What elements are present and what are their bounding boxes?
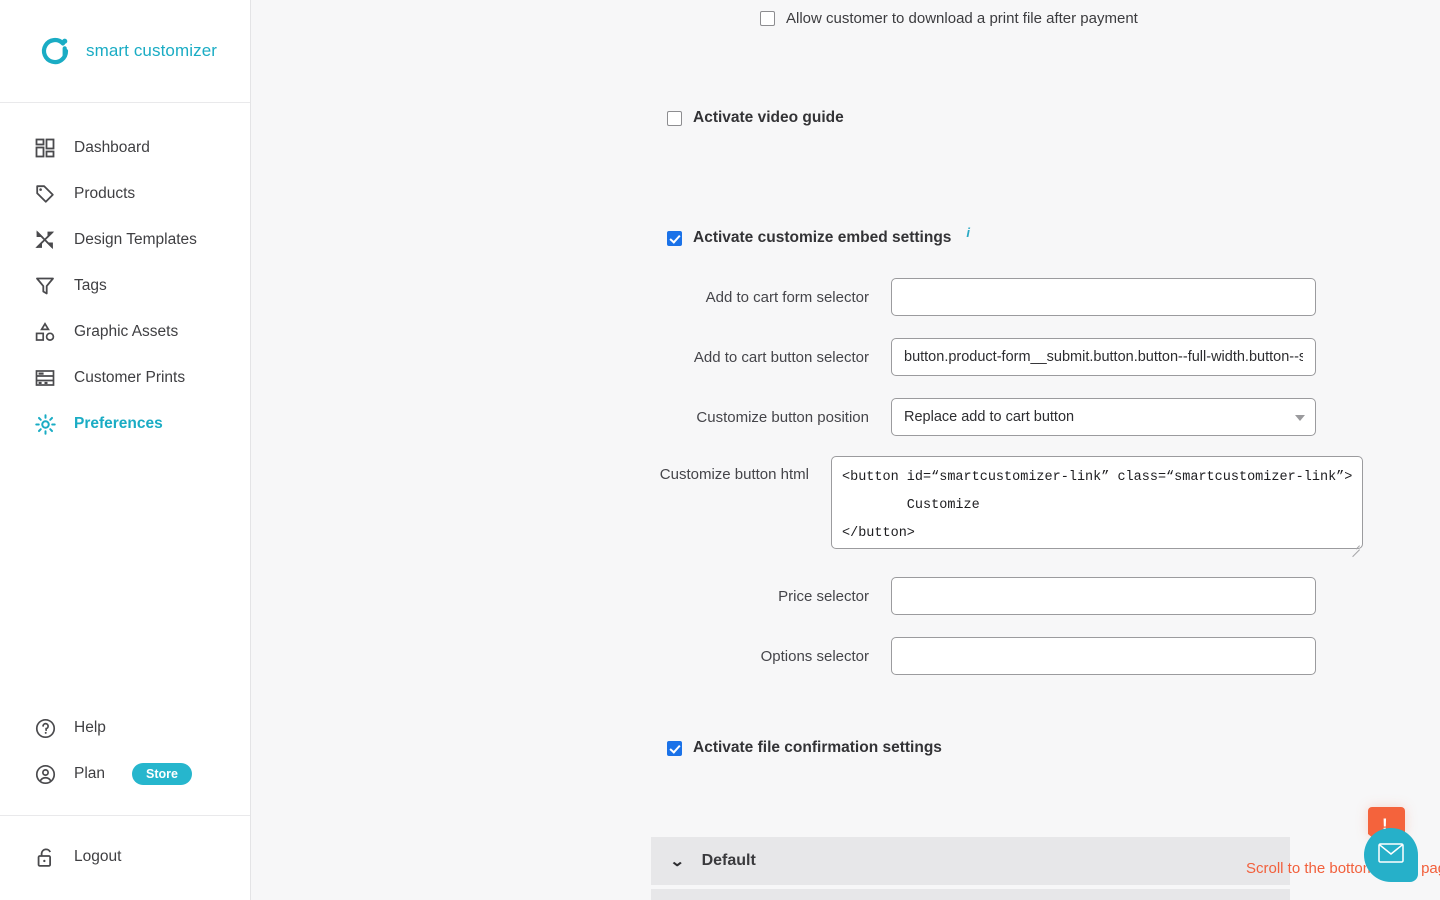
price-selector-input[interactable] (891, 577, 1316, 615)
default-panel: ⌄ Default (651, 837, 1290, 900)
sidebar-item-label: Plan (74, 765, 106, 782)
video-guide-checkbox[interactable] (667, 110, 682, 126)
add-to-cart-button-selector-input[interactable] (891, 338, 1316, 376)
sidebar-item-help[interactable]: Help (0, 705, 250, 751)
chat-widget-button[interactable] (1364, 828, 1418, 882)
add-to-cart-button-selector-row: Add to cart button selector (546, 338, 1316, 376)
sidebar-bottom: Help Plan Store Logout (0, 705, 250, 900)
default-panel-body (651, 889, 1290, 900)
funnel-icon (33, 274, 57, 298)
user-circle-icon (33, 762, 57, 786)
customize-button-position-row: Customize button position Replace add to… (546, 398, 1316, 436)
sidebar-item-label: Preferences (74, 415, 163, 432)
sidebar-item-preferences[interactable]: Preferences (0, 401, 250, 447)
design-tools-icon (33, 228, 57, 252)
file-confirmation-label: Activate file confirmation settings (693, 739, 942, 756)
video-guide-label: Activate video guide (693, 109, 844, 126)
download-print-file-checkbox-row[interactable]: Allow customer to download a print file … (760, 10, 1138, 27)
prints-grid-icon (33, 366, 57, 390)
sidebar-item-label: Customer Prints (74, 369, 186, 386)
download-print-file-checkbox[interactable] (760, 11, 775, 26)
customize-button-position-label: Customize button position (696, 408, 869, 426)
app-root: smart customizer Dashboard Products Desi… (0, 0, 1440, 900)
sidebar-item-label: Tags (74, 277, 107, 294)
smart-customizer-logo-icon (38, 34, 72, 68)
sidebar-nav: Dashboard Products Design Templates Tags… (0, 103, 250, 447)
dashboard-grid-icon (33, 136, 57, 160)
sidebar-item-label: Help (74, 719, 106, 736)
video-guide-checkbox-row[interactable]: Activate video guide (667, 109, 844, 127)
sidebar-item-label: Products (74, 185, 136, 202)
options-selector-input[interactable] (891, 637, 1316, 675)
customize-button-html-wrapper: <button id=“smartcustomizer-link” class=… (831, 456, 1363, 554)
sidebar-logout-group: Logout (0, 816, 250, 900)
sidebar-item-graphic-assets[interactable]: Graphic Assets (0, 309, 250, 355)
default-panel-title: Default (701, 852, 756, 869)
embed-settings-checkbox[interactable] (667, 230, 682, 246)
options-selector-label: Options selector (760, 647, 869, 665)
chevron-down-icon[interactable]: ⌄ (669, 854, 685, 869)
sidebar-item-products[interactable]: Products (0, 171, 250, 217)
chevron-down-icon (1295, 415, 1305, 421)
sidebar: smart customizer Dashboard Products Desi… (0, 0, 251, 900)
price-selector-row: Price selector (546, 577, 1316, 615)
embed-settings-label: Activate customize embed settings (693, 229, 952, 246)
plan-badge[interactable]: Store (132, 762, 192, 786)
sidebar-item-logout[interactable]: Logout (0, 834, 250, 880)
sidebar-item-label: Graphic Assets (74, 323, 179, 340)
add-to-cart-form-selector-label: Add to cart form selector (705, 288, 869, 306)
sidebar-item-tags[interactable]: Tags (0, 263, 250, 309)
file-confirmation-checkbox-row[interactable]: Activate file confirmation settings (667, 739, 942, 757)
file-confirmation-checkbox[interactable] (667, 740, 682, 756)
add-to-cart-form-selector-row: Add to cart form selector (546, 278, 1316, 316)
sidebar-item-dashboard[interactable]: Dashboard (0, 125, 250, 171)
info-icon[interactable]: i (966, 225, 970, 240)
add-to-cart-form-selector-input[interactable] (891, 278, 1316, 316)
download-print-file-label: Allow customer to download a print file … (786, 10, 1138, 27)
add-to-cart-button-selector-label: Add to cart button selector (693, 348, 869, 366)
customize-button-position-value: Replace add to cart button (904, 409, 1075, 425)
embed-settings-checkbox-row[interactable]: Activate customize embed settings i (667, 225, 970, 247)
customize-button-html-label: Customize button html (659, 466, 809, 483)
options-selector-row: Options selector (546, 637, 1316, 675)
customize-button-position-select[interactable]: Replace add to cart button (891, 398, 1316, 436)
sidebar-item-customer-prints[interactable]: Customer Prints (0, 355, 250, 401)
gear-icon (33, 412, 57, 436)
question-circle-icon (33, 716, 57, 740)
default-panel-header[interactable]: ⌄ Default (651, 837, 1290, 885)
shapes-icon (33, 320, 57, 344)
main-content: Allow customer to download a print file … (251, 0, 1440, 900)
brand-header[interactable]: smart customizer (0, 0, 250, 103)
lock-icon (33, 845, 57, 869)
envelope-icon (1378, 842, 1404, 868)
sidebar-item-label: Dashboard (74, 139, 150, 156)
sidebar-item-label: Design Templates (74, 231, 197, 248)
sidebar-item-label: Logout (74, 848, 122, 865)
customize-button-html-textarea[interactable]: <button id=“smartcustomizer-link” class=… (831, 456, 1363, 549)
price-selector-label: Price selector (778, 587, 869, 605)
sidebar-item-plan[interactable]: Plan Store (0, 751, 250, 797)
customize-button-html-row: Customize button html <button id=“smartc… (486, 456, 1363, 554)
brand-name: smart customizer (86, 41, 218, 60)
tag-icon (33, 182, 57, 206)
sidebar-bottom-group: Help Plan Store (0, 705, 250, 816)
sidebar-item-design-templates[interactable]: Design Templates (0, 217, 250, 263)
